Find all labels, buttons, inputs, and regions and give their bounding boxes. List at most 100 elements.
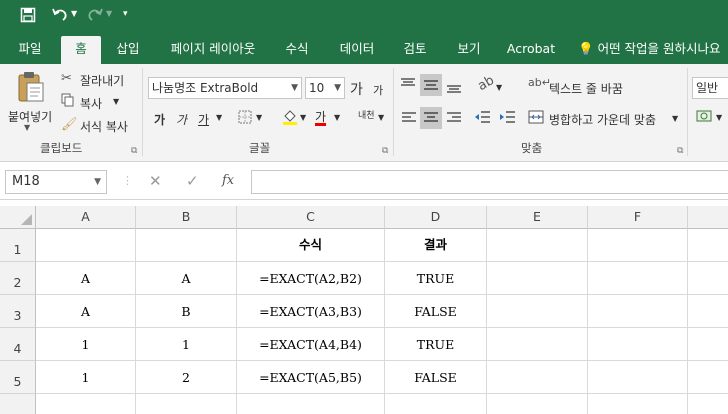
paste-icon[interactable] xyxy=(16,70,46,107)
tab-home[interactable]: 홈 xyxy=(61,36,101,64)
fill-color-dropdown-icon[interactable]: ▼ xyxy=(300,113,306,122)
clipboard-launcher-icon[interactable]: ⧉ xyxy=(131,146,137,156)
decrease-indent-icon[interactable] xyxy=(473,110,491,127)
cell-c3[interactable]: =EXACT(A3,B3) xyxy=(237,295,385,328)
underline-button[interactable]: 가 xyxy=(198,111,209,128)
cell-b5[interactable]: 2 xyxy=(136,361,237,394)
column-header-c[interactable]: C xyxy=(237,206,385,229)
enter-icon[interactable]: ✓ xyxy=(186,170,199,194)
cell-c2[interactable]: =EXACT(A2,B2) xyxy=(237,262,385,295)
align-middle-icon[interactable] xyxy=(420,74,442,96)
cell-b1[interactable] xyxy=(136,229,237,262)
fill-color-icon[interactable] xyxy=(282,109,298,128)
cell-c4[interactable]: =EXACT(A4,B4) xyxy=(237,328,385,361)
tell-me-box[interactable]: 💡 어떤 작업을 원하시나요 xyxy=(578,36,728,64)
font-color-dropdown-icon[interactable]: ▼ xyxy=(334,113,340,122)
increase-indent-icon[interactable] xyxy=(498,110,516,127)
cell-a5[interactable]: 1 xyxy=(36,361,136,394)
cell-f4[interactable] xyxy=(588,328,688,361)
cell-a3[interactable]: A xyxy=(36,295,136,328)
undo-icon[interactable] xyxy=(51,7,69,27)
merge-center-button[interactable]: 병합하고 가운데 맞춤 xyxy=(549,111,656,128)
cell-a6[interactable] xyxy=(36,394,136,414)
cell-b3[interactable]: B xyxy=(136,295,237,328)
cell-g1[interactable] xyxy=(688,229,728,262)
cell-f2[interactable] xyxy=(588,262,688,295)
cell-g6[interactable] xyxy=(688,394,728,414)
cell-e2[interactable] xyxy=(487,262,588,295)
font-color-button[interactable]: 가 xyxy=(315,108,326,125)
select-all-button[interactable] xyxy=(0,206,36,229)
row-header-6[interactable] xyxy=(0,394,36,414)
cell-e4[interactable] xyxy=(487,328,588,361)
cell-c5[interactable]: =EXACT(A5,B5) xyxy=(237,361,385,394)
font-name-combo[interactable]: 나눔명조 ExtraBold ▼ xyxy=(148,77,302,99)
cut-button[interactable]: 잘라내기 xyxy=(80,72,124,89)
orientation-dropdown-icon[interactable]: ▼ xyxy=(496,83,502,92)
row-header-5[interactable]: 5 xyxy=(0,361,36,394)
tab-review[interactable]: 검토 xyxy=(395,36,435,64)
align-right-icon[interactable] xyxy=(446,111,462,128)
bold-button[interactable]: 가 xyxy=(154,111,165,128)
formula-input[interactable] xyxy=(251,170,728,194)
cell-e5[interactable] xyxy=(487,361,588,394)
align-left-icon[interactable] xyxy=(401,111,417,128)
font-launcher-icon[interactable]: ⧉ xyxy=(382,146,388,156)
border-icon[interactable] xyxy=(238,110,252,127)
cell-d5[interactable]: FALSE xyxy=(385,361,487,394)
align-top-icon[interactable] xyxy=(400,77,416,94)
phonetic-dropdown-icon[interactable]: ▼ xyxy=(378,113,384,122)
cell-d3[interactable]: FALSE xyxy=(385,295,487,328)
cell-f3[interactable] xyxy=(588,295,688,328)
undo-dropdown-icon[interactable]: ▼ xyxy=(71,9,77,18)
column-header-b[interactable]: B xyxy=(136,206,237,229)
align-bottom-icon[interactable] xyxy=(446,80,462,97)
cell-g2[interactable] xyxy=(688,262,728,295)
tab-page-layout[interactable]: 페이지 레이아웃 xyxy=(160,36,266,64)
insert-function-button[interactable]: fx xyxy=(222,170,234,194)
cell-f6[interactable] xyxy=(588,394,688,414)
format-painter-button[interactable]: 서식 복사 xyxy=(80,118,128,135)
phonetic-button[interactable]: 내천 xyxy=(358,108,375,121)
tab-view[interactable]: 보기 xyxy=(449,36,489,64)
cell-c1[interactable]: 수식 xyxy=(237,229,385,262)
cell-a2[interactable]: A xyxy=(36,262,136,295)
cell-e6[interactable] xyxy=(487,394,588,414)
cell-d2[interactable]: TRUE xyxy=(385,262,487,295)
cell-g5[interactable] xyxy=(688,361,728,394)
tab-formulas[interactable]: 수식 xyxy=(277,36,317,64)
column-header-g[interactable] xyxy=(688,206,728,229)
name-box[interactable]: M18 ▼ xyxy=(5,170,107,194)
column-header-e[interactable]: E xyxy=(487,206,588,229)
cell-g3[interactable] xyxy=(688,295,728,328)
accounting-dropdown-icon[interactable]: ▼ xyxy=(716,113,722,122)
cell-e1[interactable] xyxy=(487,229,588,262)
save-icon[interactable] xyxy=(20,7,36,27)
cell-a4[interactable]: 1 xyxy=(36,328,136,361)
cell-b4[interactable]: 1 xyxy=(136,328,237,361)
cell-d1[interactable]: 결과 xyxy=(385,229,487,262)
chevron-down-icon[interactable]: ▼ xyxy=(94,171,101,193)
alignment-launcher-icon[interactable]: ⧉ xyxy=(677,146,683,156)
cell-d6[interactable] xyxy=(385,394,487,414)
tab-insert[interactable]: 삽입 xyxy=(108,36,148,64)
align-center-icon[interactable] xyxy=(420,107,442,129)
cell-g4[interactable] xyxy=(688,328,728,361)
paste-dropdown-icon[interactable]: ▼ xyxy=(24,123,30,132)
cell-b6[interactable] xyxy=(136,394,237,414)
column-header-a[interactable]: A xyxy=(36,206,136,229)
tab-acrobat[interactable]: Acrobat xyxy=(502,36,560,64)
copy-dropdown-icon[interactable]: ▼ xyxy=(113,97,119,106)
number-format-combo[interactable]: 일반 xyxy=(692,77,728,99)
grow-font-button[interactable]: 가 xyxy=(350,79,363,99)
border-dropdown-icon[interactable]: ▼ xyxy=(256,113,262,122)
cell-f1[interactable] xyxy=(588,229,688,262)
merge-dropdown-icon[interactable]: ▼ xyxy=(672,114,678,123)
tab-file[interactable]: 파일 xyxy=(6,36,54,64)
cell-e3[interactable] xyxy=(487,295,588,328)
shrink-font-button[interactable]: 가 xyxy=(373,82,383,98)
accounting-format-icon[interactable] xyxy=(696,108,712,127)
cell-d4[interactable]: TRUE xyxy=(385,328,487,361)
cell-c6[interactable] xyxy=(237,394,385,414)
cell-f5[interactable] xyxy=(588,361,688,394)
